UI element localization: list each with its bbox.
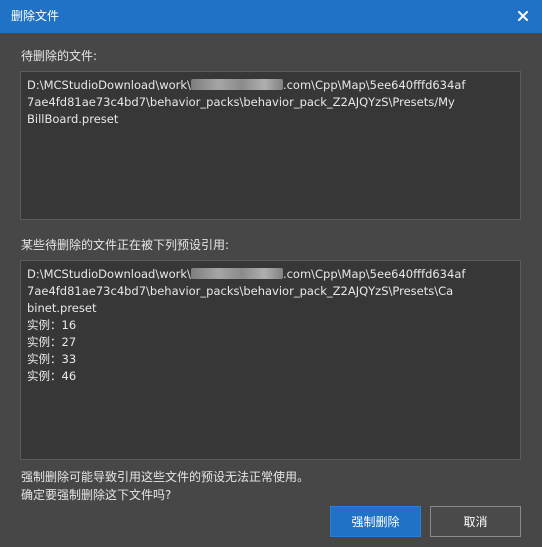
warning-line-2: 确定要强制删除这下文件吗? [21,488,172,502]
files-textbox[interactable]: D:\MCStudioDownload\work\ .com\Cpp\Map\5e… [20,71,521,220]
reference-line: binet.preset [27,301,97,315]
redacted-region [190,268,283,279]
references-textbox[interactable]: D:\MCStudioDownload\work\ .com\Cpp\Map\5e… [20,260,521,460]
window-title: 删除文件 [11,9,60,23]
references-label: 某些待删除的文件正在被下列预设引用: [21,238,230,252]
delete-file-dialog: 待删除的文件: D:\MCStudioDownload\work\ .com\Cp… [0,33,542,547]
instance-line: 实例：33 [27,352,77,366]
instance-line: 实例：46 [27,369,77,383]
cancel-button[interactable]: 取消 [430,506,521,537]
file-path-line: D:\MCStudioDownload\work\ .com\Cpp\Map\5e… [27,78,466,92]
file-path-line: BillBoard.preset [27,112,119,126]
close-icon [518,11,528,21]
close-button[interactable] [514,7,532,25]
force-delete-button[interactable]: 强制删除 [330,506,421,537]
redacted-region [190,79,283,90]
warning-message: 强制删除可能导致引用这些文件的预设无法正常使用。 确定要强制删除这下文件吗? [21,468,309,504]
files-label: 待删除的文件: [21,49,98,63]
reference-line: D:\MCStudioDownload\work\ .com\Cpp\Map\5e… [27,267,466,281]
reference-line: 7ae4fd81ae73c4bd7\behavior_packs\behavio… [27,284,454,298]
title-bar: 删除文件 [0,0,542,33]
file-path-line: 7ae4fd81ae73c4bd7\behavior_packs\behavio… [27,95,455,109]
warning-line-1: 强制删除可能导致引用这些文件的预设无法正常使用。 [21,470,310,484]
instance-line: 实例：27 [27,335,77,349]
instance-line: 实例：16 [27,318,77,332]
